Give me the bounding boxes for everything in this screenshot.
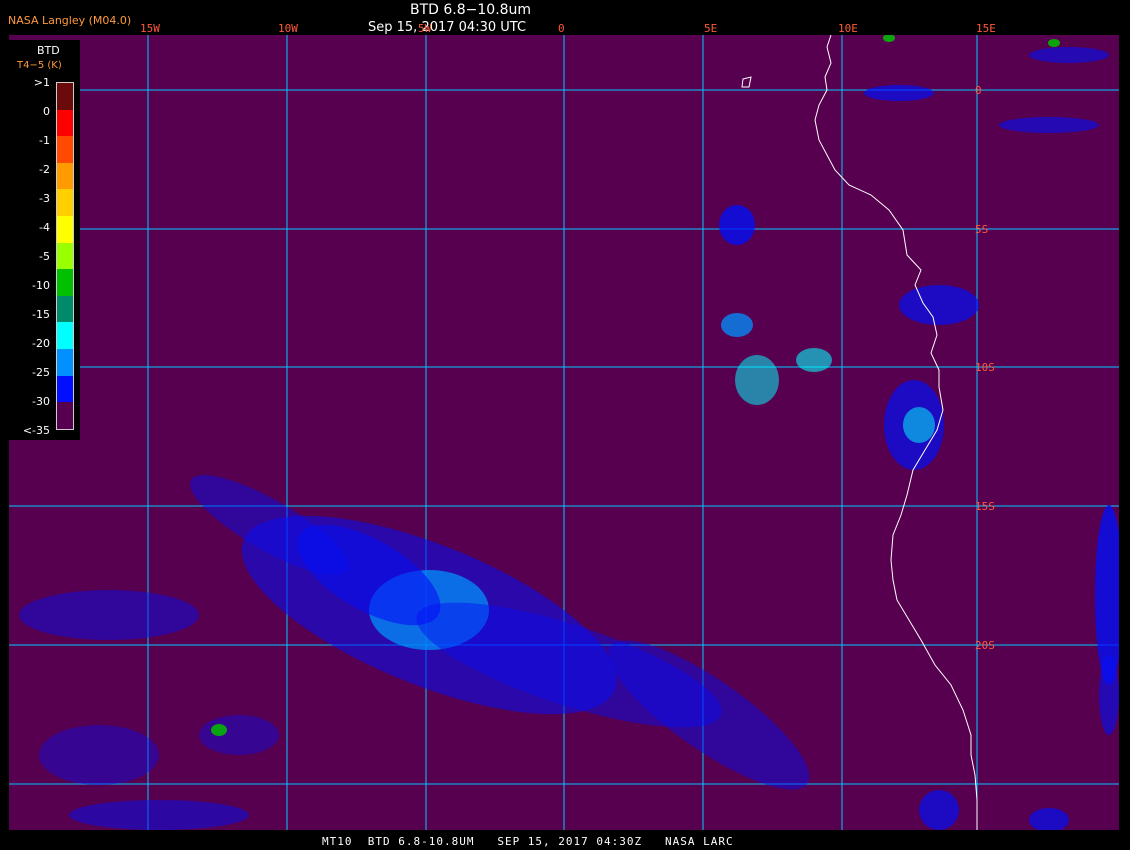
lat-label-0: 0 [975, 84, 982, 97]
legend-colorbar [56, 82, 74, 430]
lon-label-15e: 15E [976, 22, 996, 35]
agency-label: NASA Langley (M04.0) [8, 14, 132, 27]
legend-label: -5 [39, 250, 50, 263]
lon-label-15w: 15W [140, 22, 160, 35]
lon-label-10e: 10E [838, 22, 858, 35]
lat-label-15s: 15S [975, 500, 995, 513]
legend-label: -15 [32, 308, 50, 321]
lon-label-5w: 5W [418, 22, 432, 35]
lat-label-20s: 20S [975, 639, 995, 652]
legend-swatch [57, 402, 73, 429]
legend-swatch [57, 136, 73, 163]
legend-label: -2 [39, 163, 50, 176]
legend-swatch [57, 109, 73, 137]
legend-label: 0 [43, 105, 50, 118]
legend-label: >1 [33, 76, 50, 89]
legend-label: -10 [32, 279, 50, 292]
cloud-field [19, 35, 1119, 830]
legend-swatch [57, 349, 73, 376]
legend-swatch [57, 322, 73, 350]
color-legend: BTD T4−5 (K) >1 0 -1 -2 -3 -4 -5 -10 -15 -20 -25 -3… [9, 40, 80, 440]
legend-swatch [57, 375, 73, 403]
legend-units: T4−5 (K) [17, 60, 62, 71]
legend-label: -1 [39, 134, 50, 147]
legend-label: -3 [39, 192, 50, 205]
timestamp: Sep 15, 2017 04:30 UTC [368, 20, 527, 35]
legend-label: -30 [32, 395, 50, 408]
legend-label: -20 [32, 337, 50, 350]
footer-text: MT10 BTD 6.8-10.8UM SEP 15, 2017 04:30Z … [322, 835, 734, 848]
legend-swatch [57, 295, 73, 323]
product-title: BTD 6.8−10.8um [410, 2, 532, 18]
satellite-map [9, 35, 1119, 830]
lat-label-10s: 10S [975, 361, 995, 374]
legend-swatch [57, 189, 73, 217]
lon-label-5e: 5E [704, 22, 718, 35]
legend-label: -25 [32, 366, 50, 379]
legend-swatch [57, 269, 73, 296]
legend-label: -4 [39, 221, 50, 234]
map-canvas [9, 35, 1119, 830]
footer-bar: MT10 BTD 6.8-10.8UM SEP 15, 2017 04:30Z … [0, 833, 1130, 850]
legend-swatch [57, 83, 73, 110]
legend-swatch [57, 216, 73, 243]
legend-title: BTD [37, 44, 60, 57]
legend-swatch [57, 242, 73, 270]
lon-label-0: 0 [558, 22, 565, 35]
legend-swatch [57, 162, 73, 190]
lon-label-10w: 10W [278, 22, 298, 35]
island-outline [741, 76, 752, 88]
lat-label-5s: 5S [975, 223, 989, 236]
legend-label: <-35 [22, 424, 50, 437]
